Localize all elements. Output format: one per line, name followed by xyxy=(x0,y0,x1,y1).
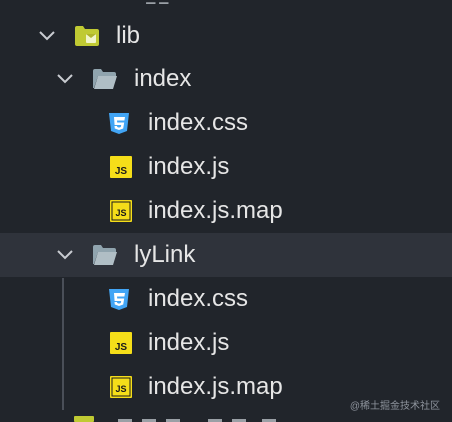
javascript-map-icon: JS xyxy=(110,200,132,222)
svg-text:JS: JS xyxy=(115,208,126,218)
svg-text:JS: JS xyxy=(115,342,128,353)
tree-row-file[interactable]: JS index.js xyxy=(0,145,452,189)
file-label: index.js.map xyxy=(148,373,283,400)
tree-row-partial-bottom[interactable] xyxy=(0,412,452,422)
file-label: index.js.map xyxy=(148,197,283,224)
chevron-down-icon[interactable] xyxy=(38,27,56,45)
css3-icon xyxy=(109,289,129,310)
folder-label-lib: lib xyxy=(116,22,141,49)
tree-row-index-folder[interactable]: index xyxy=(0,57,452,101)
chevron-down-icon[interactable] xyxy=(56,70,74,88)
folder-open-icon xyxy=(93,69,117,89)
file-label: index.js xyxy=(148,329,230,356)
tree-row-partial-top[interactable] xyxy=(0,0,452,14)
tree-row-file[interactable]: JS index.js.map xyxy=(0,189,452,233)
svg-text:JS: JS xyxy=(115,166,128,177)
lib-folder-icon xyxy=(75,26,99,46)
javascript-icon: JS xyxy=(110,332,132,354)
chevron-down-icon[interactable] xyxy=(56,246,74,264)
javascript-icon: JS xyxy=(110,156,132,178)
folder-open-icon xyxy=(93,245,117,265)
file-label: index.css xyxy=(148,285,249,312)
tree-row-file[interactable]: index.css xyxy=(0,101,452,145)
watermark: @稀土掘金技术社区 xyxy=(349,401,440,412)
file-explorer-tree: lib index index.css JS index.js JS index… xyxy=(0,0,452,422)
javascript-map-icon: JS xyxy=(110,376,132,398)
file-icon xyxy=(106,0,132,14)
svg-text:JS: JS xyxy=(115,384,126,394)
tree-row-file[interactable]: JS index.js xyxy=(0,321,452,365)
file-label: index.css xyxy=(148,109,249,136)
folder-label-lylink: lyLink xyxy=(134,241,196,268)
tree-row-lib-folder[interactable]: lib xyxy=(0,14,452,58)
css3-icon xyxy=(109,113,129,134)
file-label: index.js xyxy=(148,153,230,180)
tree-row-lylink-folder[interactable]: lyLink xyxy=(0,233,452,277)
folder-label-index: index xyxy=(134,65,192,92)
tree-row-file[interactable]: index.css xyxy=(0,277,452,321)
